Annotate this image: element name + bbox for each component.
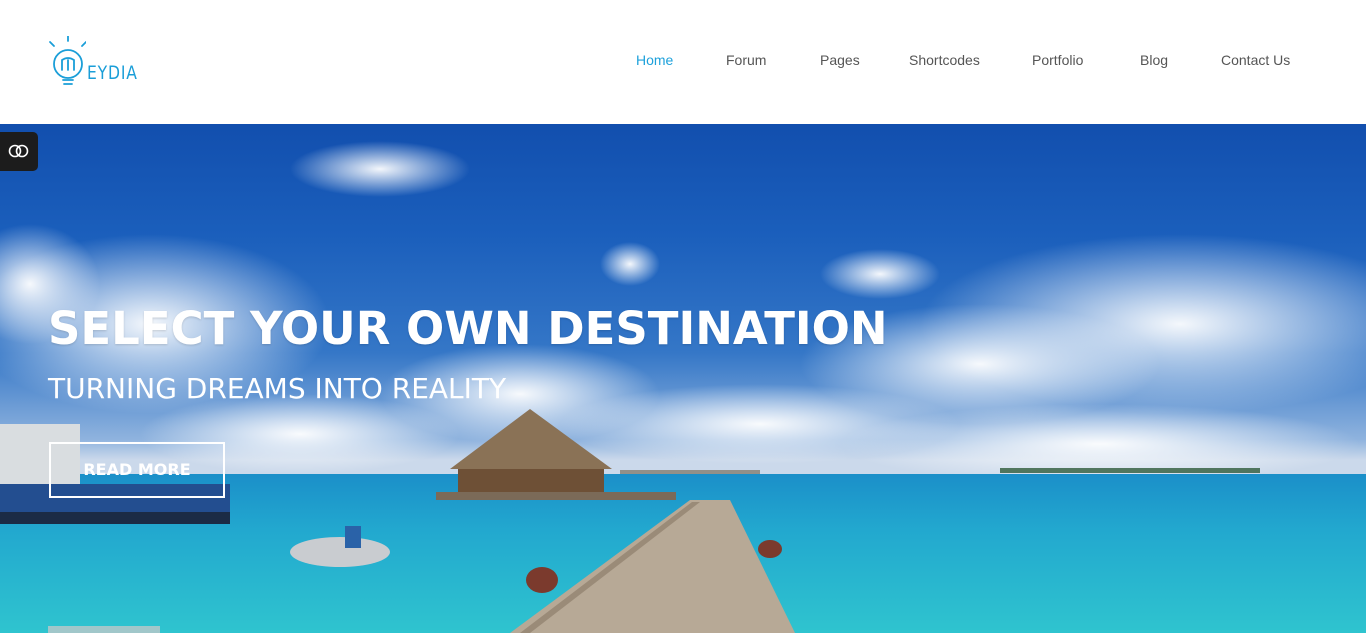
nav-shortcodes[interactable]: Shortcodes: [909, 52, 980, 68]
site-header: EYDIA Home Forum Pages Shortcodes Portfo…: [0, 0, 1366, 124]
toggle-panel-button[interactable]: [0, 132, 38, 171]
nav-forum[interactable]: Forum: [726, 52, 766, 68]
nav-home[interactable]: Home: [636, 52, 673, 68]
nav-pages[interactable]: Pages: [820, 52, 860, 68]
hero-title: SELECT YOUR OWN DESTINATION: [48, 302, 888, 355]
hero-slider: SELECT YOUR OWN DESTINATION TURNING DREA…: [0, 124, 1366, 633]
nav-contact-us[interactable]: Contact Us: [1221, 52, 1290, 68]
hero-subtitle: TURNING DREAMS INTO REALITY: [48, 372, 507, 405]
nav-portfolio[interactable]: Portfolio: [1032, 52, 1083, 68]
main-nav: Home Forum Pages Shortcodes Portfolio Bl…: [0, 52, 1366, 74]
slider-progress-bar[interactable]: [48, 626, 160, 633]
toggle-icon: [8, 144, 29, 158]
read-more-button[interactable]: READ MORE: [49, 442, 225, 498]
nav-blog[interactable]: Blog: [1140, 52, 1168, 68]
